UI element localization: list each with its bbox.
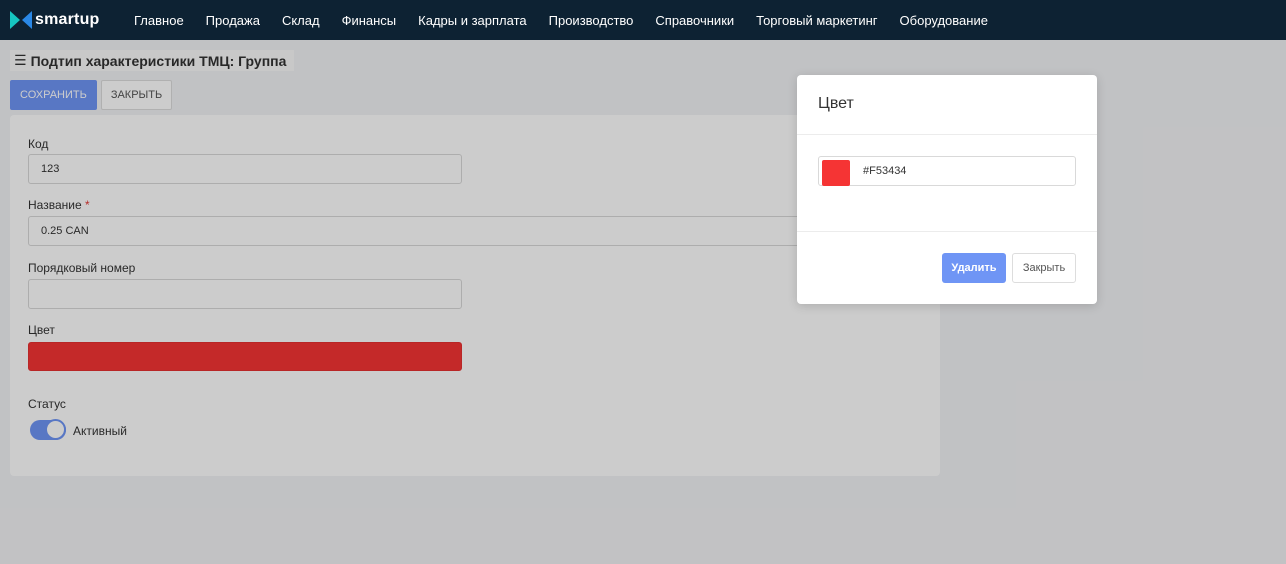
color-picker-input[interactable]: #F53434	[818, 156, 1076, 186]
nav-item-warehouse[interactable]: Склад	[282, 13, 320, 28]
nav-item-production[interactable]: Производство	[549, 13, 634, 28]
delete-button[interactable]: Удалить	[942, 253, 1006, 283]
nav-item-sales[interactable]: Продажа	[206, 13, 260, 28]
color-picker-swatch[interactable]	[822, 160, 850, 186]
modal-divider-bottom	[797, 231, 1097, 232]
nav-item-finance[interactable]: Финансы	[342, 13, 397, 28]
modal-divider-top	[797, 134, 1097, 135]
color-modal: Цвет #F53434 Удалить Закрыть	[797, 75, 1097, 304]
nav-item-equipment[interactable]: Оборудование	[900, 13, 988, 28]
main-nav: Главное Продажа Склад Финансы Кадры и за…	[134, 13, 1010, 28]
modal-title: Цвет	[818, 95, 854, 112]
color-hex-value: #F53434	[863, 165, 907, 177]
logo-icon	[10, 11, 32, 29]
app-logo[interactable]: smartup	[10, 11, 122, 29]
top-navbar: smartup Главное Продажа Склад Финансы Ка…	[0, 0, 1286, 40]
logo-text: smartup	[35, 11, 100, 28]
nav-item-references[interactable]: Справочники	[655, 13, 734, 28]
modal-close-button[interactable]: Закрыть	[1012, 253, 1076, 283]
nav-item-trade-marketing[interactable]: Торговый маркетинг	[756, 13, 877, 28]
nav-item-main[interactable]: Главное	[134, 13, 184, 28]
nav-item-hr-payroll[interactable]: Кадры и зарплата	[418, 13, 526, 28]
